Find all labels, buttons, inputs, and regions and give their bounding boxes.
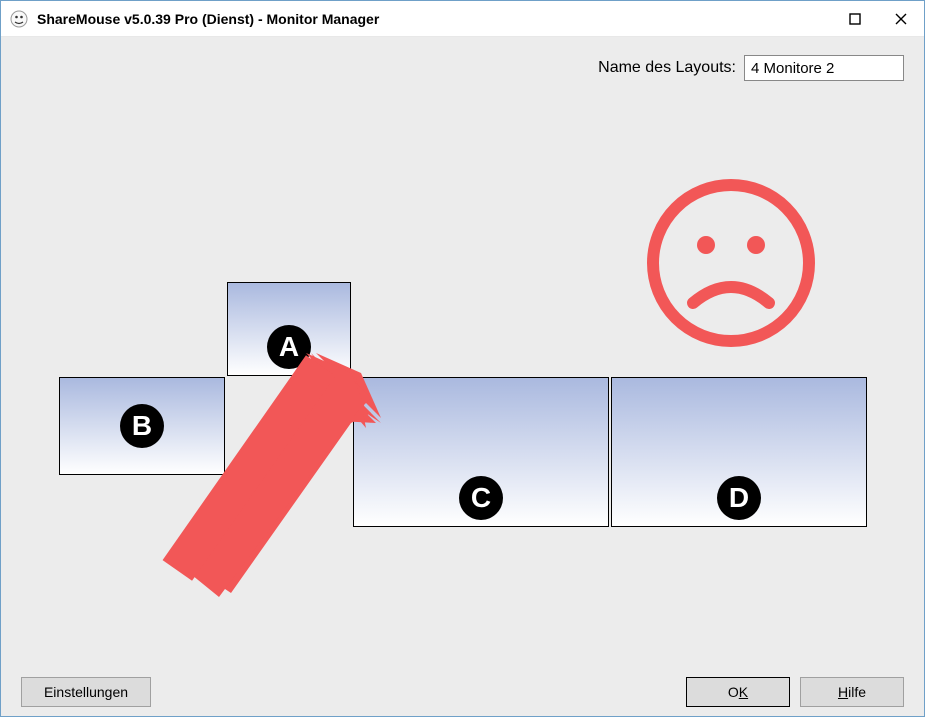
button-label: OK [728, 684, 748, 700]
button-label: Hilfe [838, 684, 866, 700]
monitor-A[interactable]: A [227, 282, 351, 376]
client-area: Name des Layouts: A B C D [1, 37, 924, 716]
monitor-canvas[interactable]: A B C D [1, 93, 924, 656]
monitor-B[interactable]: B [59, 377, 225, 475]
titlebar[interactable]: ShareMouse v5.0.39 Pro (Dienst) - Monito… [1, 1, 924, 37]
sad-face-icon [641, 173, 821, 353]
monitor-label: B [120, 404, 164, 448]
monitor-label: D [717, 476, 761, 520]
app-icon [9, 9, 29, 29]
maximize-button[interactable] [832, 1, 878, 37]
settings-button[interactable]: Einstellungen [21, 677, 151, 707]
window-title: ShareMouse v5.0.39 Pro (Dienst) - Monito… [37, 11, 832, 27]
monitor-C[interactable]: C [353, 377, 609, 527]
button-label: Einstellungen [44, 684, 128, 700]
footer: Einstellungen OK Hilfe [1, 668, 924, 716]
monitor-label: A [267, 325, 311, 369]
help-button[interactable]: Hilfe [800, 677, 904, 707]
layout-name-row: Name des Layouts: [598, 55, 904, 81]
monitor-D[interactable]: D [611, 377, 867, 527]
layout-name-label: Name des Layouts: [598, 59, 736, 77]
ok-button[interactable]: OK [686, 677, 790, 707]
window-frame: ShareMouse v5.0.39 Pro (Dienst) - Monito… [0, 0, 925, 717]
monitor-label: C [459, 476, 503, 520]
layout-name-input[interactable] [744, 55, 904, 81]
close-button[interactable] [878, 1, 924, 37]
